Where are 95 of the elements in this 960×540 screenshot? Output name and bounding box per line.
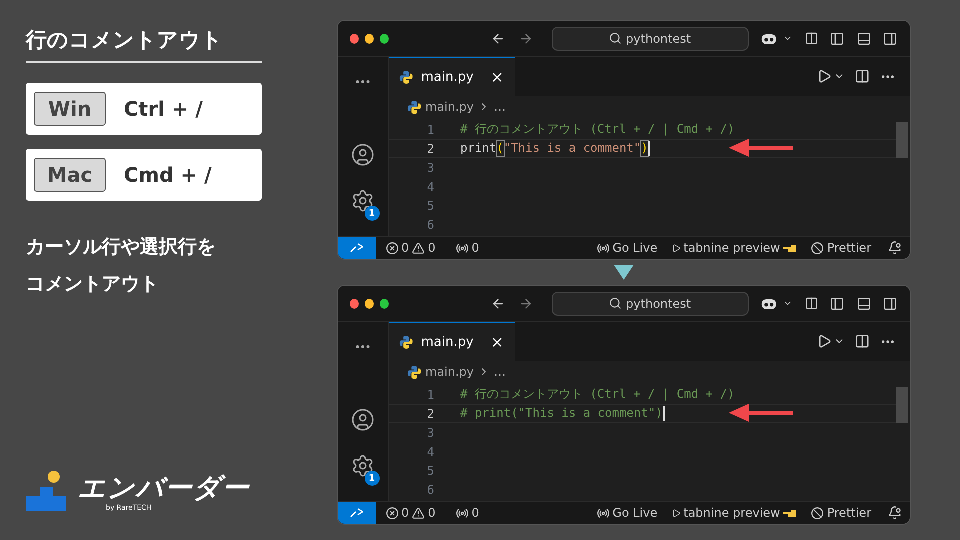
- key-combination: Ctrl + /: [124, 97, 203, 121]
- broadcast-icon: [596, 242, 610, 254]
- file-tab[interactable]: main.py: [388, 322, 514, 361]
- pointing-hand-icon: [783, 244, 798, 252]
- prohibited-icon: [811, 506, 824, 520]
- down-triangle-icon: [614, 265, 634, 280]
- remote-button[interactable]: [338, 237, 376, 259]
- keyboard-key: Mac: [34, 158, 106, 192]
- zoom-light[interactable]: [380, 298, 389, 308]
- line-number: 1: [426, 388, 434, 402]
- line-number: 6: [426, 218, 434, 232]
- close-light[interactable]: [350, 34, 359, 44]
- search-icon: [609, 32, 622, 45]
- play-icon: [672, 508, 681, 518]
- line-number: 5: [426, 464, 434, 478]
- python-icon: [406, 364, 422, 380]
- arrow-icon: [728, 139, 792, 157]
- line-number: 6: [426, 482, 434, 496]
- key-combination: Cmd + /: [124, 163, 212, 187]
- description-text: カーソル行や選択行を コメントアウト: [26, 235, 217, 297]
- line-number: 1: [426, 122, 434, 136]
- split-editor-icon[interactable]: [854, 334, 870, 349]
- play-icon: [672, 244, 681, 252]
- breadcrumb-item[interactable]: …: [494, 365, 506, 379]
- secondary-sidebar-icon[interactable]: [883, 296, 898, 312]
- line-number: 2: [426, 142, 434, 156]
- bell-icon[interactable]: [888, 241, 902, 255]
- slide-heading: 行のコメントアウト: [26, 20, 262, 63]
- line-number: 2: [426, 406, 434, 420]
- warning-icon: [412, 506, 426, 520]
- go-live-button[interactable]: Go Live: [596, 506, 658, 520]
- line-number: 5: [426, 198, 434, 212]
- prohibited-icon: [811, 242, 824, 254]
- split-editor-icon[interactable]: [854, 69, 870, 84]
- python-icon: [406, 100, 422, 114]
- line-number: 4: [426, 444, 434, 458]
- secondary-sidebar-icon[interactable]: [883, 30, 898, 46]
- close-light[interactable]: [350, 298, 359, 308]
- sidebar-toggle-icon[interactable]: [830, 30, 845, 46]
- sidebar-toggle-icon[interactable]: [830, 296, 845, 312]
- remote-icon: [350, 242, 364, 254]
- go-live-button[interactable]: Go Live: [596, 241, 658, 255]
- breadcrumb-item[interactable]: main.py: [426, 100, 474, 114]
- broadcast-icon: [456, 242, 469, 254]
- python-icon: [398, 70, 414, 84]
- breadcrumb-item[interactable]: …: [494, 100, 506, 114]
- code-line: # 行のコメントアウト (Ctrl + / | Cmd + /): [460, 386, 735, 403]
- logo-text: エンバーダー: [78, 474, 250, 504]
- breadcrumb-item[interactable]: main.py: [426, 365, 474, 379]
- notification-badge: 1: [364, 471, 380, 486]
- ports-indicator[interactable]: 0: [456, 506, 480, 520]
- pointing-hand-icon: [783, 508, 798, 518]
- remote-button[interactable]: [338, 502, 376, 524]
- keyboard-key: Win: [34, 92, 106, 126]
- arrow-icon: [728, 404, 792, 422]
- python-icon: [398, 334, 414, 350]
- logo-icon: [26, 470, 66, 512]
- code-line: # 行のコメントアウト (Ctrl + / | Cmd + /): [460, 121, 735, 138]
- run-icon[interactable]: [816, 69, 832, 84]
- warning-icon: [412, 242, 426, 254]
- problems-indicator[interactable]: 0 0: [386, 241, 436, 255]
- prettier-status[interactable]: Prettier: [811, 241, 872, 255]
- search-field[interactable]: pythontest: [552, 292, 748, 316]
- account-icon[interactable]: [350, 143, 374, 167]
- layout-icon[interactable]: [804, 31, 818, 46]
- problems-indicator[interactable]: 0 0: [386, 506, 436, 520]
- file-tab[interactable]: main.py: [388, 57, 514, 96]
- layout-icon[interactable]: [804, 296, 818, 311]
- search-field[interactable]: pythontest: [552, 26, 748, 50]
- scrollbar-thumb[interactable]: [896, 387, 908, 423]
- search-icon: [609, 297, 622, 310]
- line-number: 4: [426, 180, 434, 194]
- broadcast-icon: [456, 506, 469, 520]
- panel-toggle-icon[interactable]: [856, 30, 872, 46]
- broadcast-icon: [596, 506, 610, 520]
- scrollbar-thumb[interactable]: [896, 122, 908, 158]
- line-number: 3: [426, 160, 434, 174]
- tabnine-status[interactable]: tabnine preview: [672, 506, 798, 520]
- remote-icon: [350, 507, 364, 519]
- tabnine-status[interactable]: tabnine preview: [672, 241, 798, 255]
- panel-toggle-icon[interactable]: [856, 296, 872, 312]
- minimize-light[interactable]: [364, 298, 374, 308]
- ports-indicator[interactable]: 0: [456, 241, 480, 255]
- code-line: # print("This is a comment"): [460, 406, 665, 421]
- error-icon: [386, 242, 398, 254]
- error-icon: [386, 506, 398, 520]
- minimize-light[interactable]: [364, 34, 374, 44]
- code-line: print("This is a comment"): [460, 141, 650, 156]
- bell-icon[interactable]: [888, 506, 902, 520]
- account-icon[interactable]: [350, 408, 374, 432]
- zoom-light[interactable]: [380, 34, 389, 44]
- notification-badge: 1: [364, 206, 380, 221]
- line-number: 3: [426, 426, 434, 440]
- prettier-status[interactable]: Prettier: [811, 506, 872, 520]
- run-icon[interactable]: [816, 334, 832, 349]
